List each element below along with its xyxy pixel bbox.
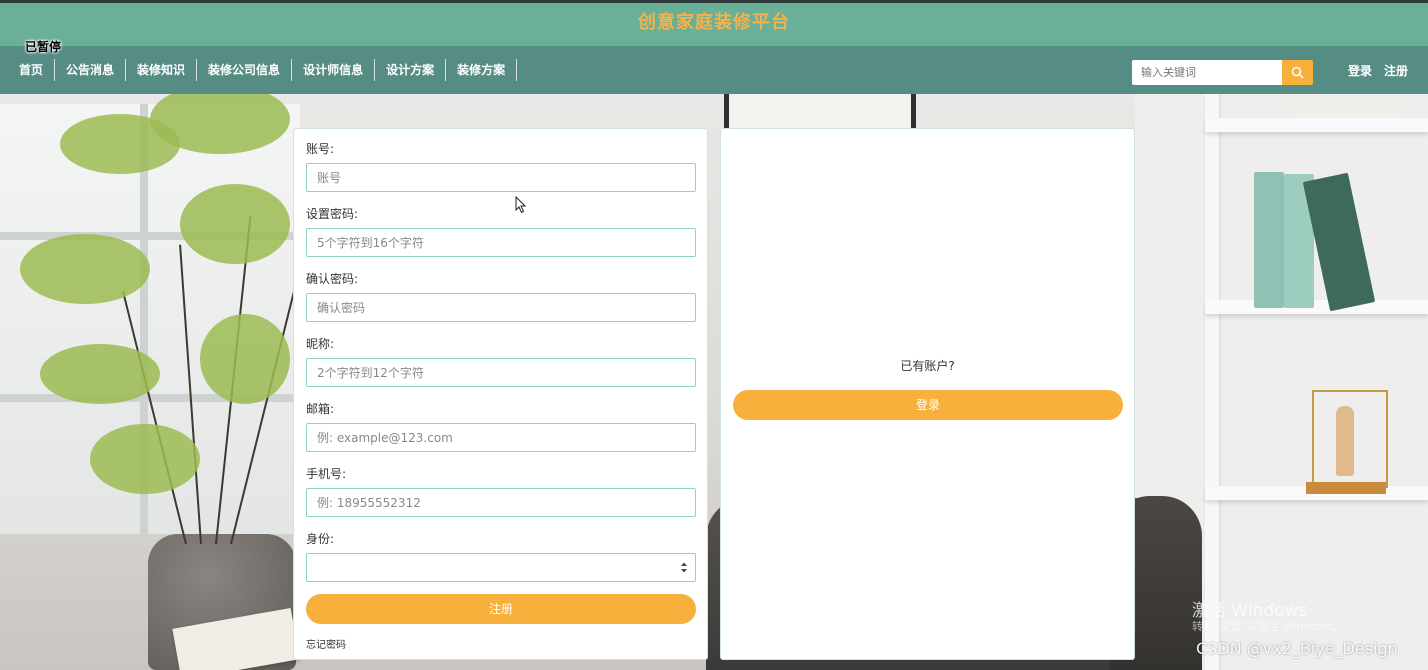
- field-nickname: 昵称:: [306, 336, 696, 401]
- identity-select[interactable]: [306, 553, 696, 582]
- field-label: 账号:: [306, 142, 335, 156]
- field-password: 设置密码:: [306, 206, 696, 271]
- nav-item-company-info[interactable]: 装修公司信息: [197, 59, 293, 81]
- search-icon: [1291, 66, 1304, 79]
- identity-select-value[interactable]: [306, 553, 696, 582]
- field-label: 手机号:: [306, 467, 347, 481]
- account-input[interactable]: [306, 163, 696, 192]
- login-button[interactable]: 登录: [733, 390, 1123, 420]
- email-input[interactable]: [306, 423, 696, 452]
- phone-input[interactable]: [306, 488, 696, 517]
- background-scene: [0, 94, 1428, 670]
- forgot-password-link[interactable]: 忘记密码: [306, 636, 346, 651]
- main-nav: 首页 公告消息 装修知识 装修公司信息 设计师信息 设计方案 装修方案: [8, 46, 518, 94]
- site-title: 创意家庭装修平台: [638, 12, 790, 33]
- field-email: 邮箱:: [306, 401, 696, 466]
- mouse-cursor-icon: [515, 196, 527, 214]
- field-phone: 手机号:: [306, 466, 696, 531]
- search-button[interactable]: [1282, 60, 1313, 85]
- search-input[interactable]: [1132, 60, 1282, 85]
- nav-bar: 首页 公告消息 装修知识 装修公司信息 设计师信息 设计方案 装修方案 登录 注…: [0, 46, 1428, 94]
- windows-activation-subtitle: 转到"设置"以激活 Windows。: [1192, 620, 1343, 633]
- field-confirm-password: 确认密码:: [306, 271, 696, 336]
- confirm-password-input[interactable]: [306, 293, 696, 322]
- site-title-bar: 创意家庭装修平台: [0, 3, 1428, 46]
- nickname-input[interactable]: [306, 358, 696, 387]
- field-identity: 身份:: [306, 531, 696, 582]
- nav-item-announcements[interactable]: 公告消息: [55, 59, 127, 81]
- field-label: 确认密码:: [306, 272, 359, 286]
- nav-login-link[interactable]: 登录: [1348, 62, 1372, 79]
- field-label: 身份:: [306, 532, 335, 546]
- nav-item-decoration-plans[interactable]: 装修方案: [446, 59, 518, 81]
- has-account-text: 已有账户?: [900, 359, 955, 373]
- nav-item-home[interactable]: 首页: [8, 59, 56, 81]
- csdn-watermark: CSDN @vx2_Biye_Design: [1196, 639, 1398, 658]
- nav-register-link[interactable]: 注册: [1384, 62, 1408, 79]
- nav-item-decoration-knowledge[interactable]: 装修知识: [126, 59, 198, 81]
- password-input[interactable]: [306, 228, 696, 257]
- register-form: 账号: 设置密码: 确认密码: 昵称: 邮箱: 手机号: 身份: 注册 忘记密码: [293, 128, 708, 660]
- field-label: 设置密码:: [306, 207, 359, 221]
- search-box: [1132, 60, 1313, 85]
- auth-links: 登录 注册: [1348, 46, 1420, 94]
- nav-item-designer-info[interactable]: 设计师信息: [292, 59, 376, 81]
- paused-indicator: 已暂停: [25, 40, 62, 54]
- field-label: 邮箱:: [306, 402, 335, 416]
- login-panel: 已有账户? 登录: [720, 128, 1135, 660]
- field-account: 账号:: [306, 141, 696, 206]
- nav-item-design-plans[interactable]: 设计方案: [375, 59, 447, 81]
- register-button[interactable]: 注册: [306, 594, 696, 624]
- field-label: 昵称:: [306, 337, 335, 351]
